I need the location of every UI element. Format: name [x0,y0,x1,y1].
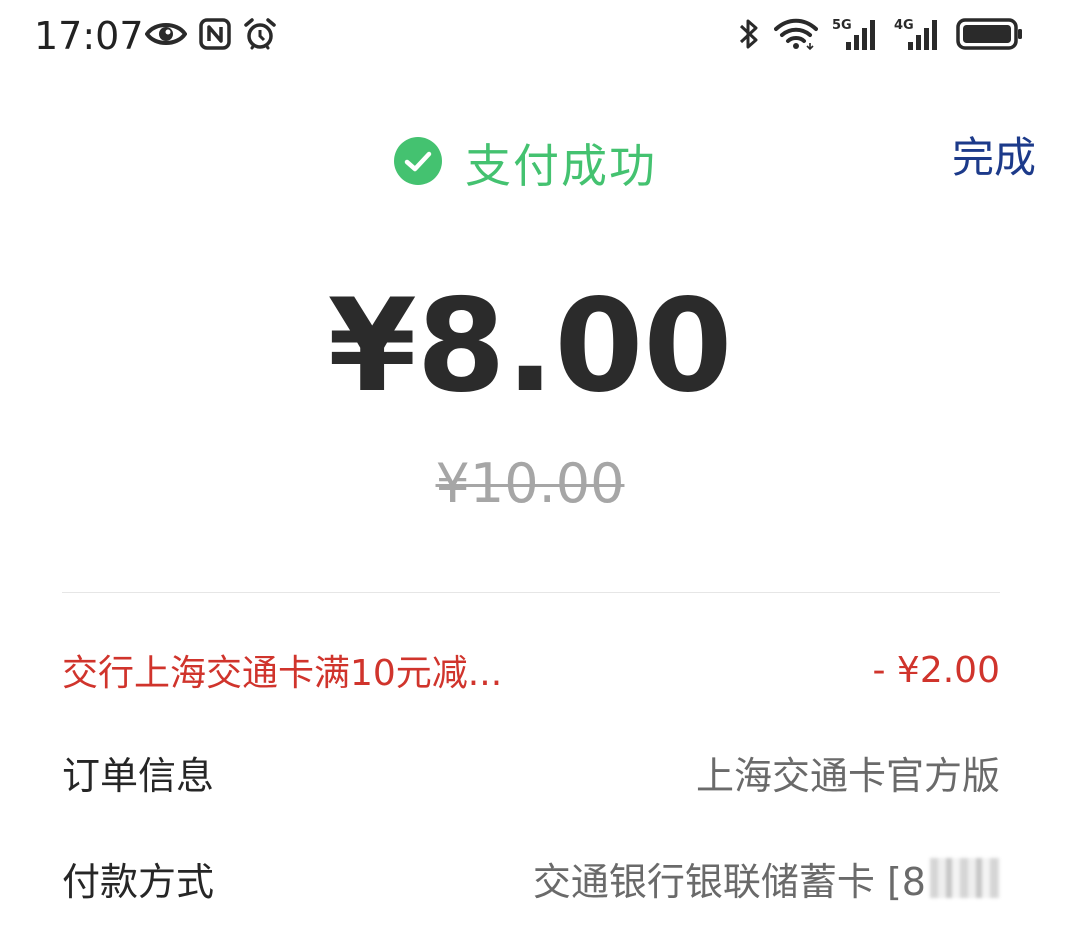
discount-row[interactable]: 交行上海交通卡满10元减... - ¥2.00 [62,640,1000,700]
original-amount: ¥10.00 [435,452,625,515]
status-right-icons: 5G 4G [738,14,1024,58]
paid-amount: ¥8.00 [327,272,733,421]
battery-icon [956,17,1024,55]
payment-method-value: 交通银行银联储蓄卡 [8 [532,859,926,904]
signal-5g-icon: 5G [832,16,880,56]
eye-icon [144,19,188,53]
svg-text:4G: 4G [894,18,914,33]
done-button[interactable]: 完成 [952,124,1036,185]
wifi-icon [774,17,818,55]
success-status: 支付成功 [393,130,657,196]
masked-card-number [930,858,1000,898]
status-left-icons [144,16,277,56]
header: 支付成功 完成 [0,110,1080,200]
status-time: 17:07 [34,14,144,58]
check-circle-icon [393,136,443,190]
signal-4g-icon: 4G [894,16,942,56]
payment-method-value-wrap: 交通银行银联储蓄卡 [8 [533,851,1000,906]
payment-method-row: 付款方式 交通银行银联储蓄卡 [8 [62,848,1000,908]
page-title: 支付成功 [465,139,657,193]
alarm-icon [243,17,277,55]
nfc-icon [199,18,231,54]
order-info-label: 订单信息 [62,753,215,798]
svg-text:5G: 5G [832,18,852,33]
payment-method-label: 付款方式 [62,859,215,904]
order-info-value: 上海交通卡官方版 [695,753,1000,798]
divider [62,592,1000,593]
discount-label: 交行上海交通卡满10元减... [62,653,503,694]
status-bar: 17:07 5G 4G [0,0,1080,72]
discount-value: - ¥2.00 [872,649,1001,691]
bluetooth-icon [738,16,760,56]
order-info-row: 订单信息 上海交通卡官方版 [62,742,1000,802]
